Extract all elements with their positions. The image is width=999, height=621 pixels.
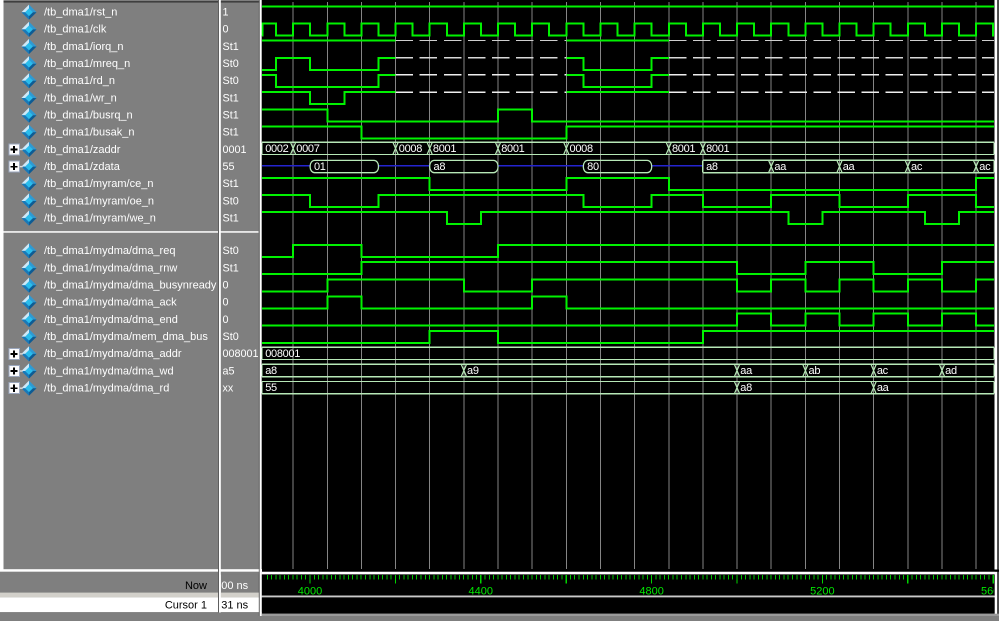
svg-text:0007: 0007 bbox=[296, 143, 319, 155]
svg-text:01: 01 bbox=[314, 161, 326, 173]
svg-text:aa: aa bbox=[843, 161, 856, 173]
svg-text:ab: ab bbox=[809, 365, 821, 377]
svg-text:0: 0 bbox=[223, 24, 229, 36]
svg-text:5200: 5200 bbox=[810, 585, 834, 597]
svg-text:a8: a8 bbox=[434, 161, 446, 173]
svg-text:St1: St1 bbox=[223, 110, 239, 122]
svg-text:0002: 0002 bbox=[265, 143, 288, 155]
svg-text:/tb_dma1/mreq_n: /tb_dma1/mreq_n bbox=[44, 58, 130, 70]
svg-text:ad: ad bbox=[945, 365, 957, 377]
svg-text:/tb_dma1/mydma/mem_dma_bus: /tb_dma1/mydma/mem_dma_bus bbox=[44, 331, 208, 343]
svg-text:St0: St0 bbox=[223, 195, 239, 207]
svg-text:St1: St1 bbox=[223, 178, 239, 190]
svg-text:55: 55 bbox=[265, 382, 277, 394]
svg-text:8001: 8001 bbox=[501, 143, 524, 155]
svg-text:a8: a8 bbox=[265, 365, 277, 377]
svg-text:aa: aa bbox=[774, 161, 787, 173]
svg-text:/tb_dma1/mydma/dma_end: /tb_dma1/mydma/dma_end bbox=[44, 314, 178, 326]
svg-text:aa: aa bbox=[877, 382, 890, 394]
svg-text:/tb_dma1/myram/oe_n: /tb_dma1/myram/oe_n bbox=[44, 195, 154, 207]
svg-text:/tb_dma1/busak_n: /tb_dma1/busak_n bbox=[44, 127, 135, 139]
svg-text:8001: 8001 bbox=[706, 143, 729, 155]
svg-text:0008: 0008 bbox=[570, 143, 593, 155]
svg-text:/tb_dma1/mydma/dma_wd: /tb_dma1/mydma/dma_wd bbox=[44, 365, 174, 377]
svg-text:St0: St0 bbox=[223, 245, 239, 257]
svg-text:008001: 008001 bbox=[223, 348, 259, 360]
svg-text:/tb_dma1/mydma/dma_busynready: /tb_dma1/mydma/dma_busynready bbox=[44, 280, 217, 292]
svg-text:/tb_dma1/busrq_n: /tb_dma1/busrq_n bbox=[44, 110, 133, 122]
svg-text:/tb_dma1/myram/ce_n: /tb_dma1/myram/ce_n bbox=[44, 178, 153, 190]
svg-text:4400: 4400 bbox=[469, 585, 493, 597]
svg-text:/tb_dma1/rd_n: /tb_dma1/rd_n bbox=[44, 75, 115, 87]
svg-text:St1: St1 bbox=[223, 41, 239, 53]
svg-text:/tb_dma1/rst_n: /tb_dma1/rst_n bbox=[44, 7, 117, 19]
svg-text:a8: a8 bbox=[740, 382, 752, 394]
svg-text:/tb_dma1/wr_n: /tb_dma1/wr_n bbox=[44, 92, 117, 104]
svg-text:4800: 4800 bbox=[639, 585, 663, 597]
svg-text:80: 80 bbox=[587, 161, 599, 173]
svg-text:55: 55 bbox=[223, 161, 235, 173]
svg-text:/tb_dma1/iorq_n: /tb_dma1/iorq_n bbox=[44, 41, 124, 53]
svg-text:ac: ac bbox=[911, 161, 923, 173]
svg-text:0008: 0008 bbox=[399, 143, 422, 155]
svg-text:a9: a9 bbox=[467, 365, 479, 377]
svg-text:Cursor 1: Cursor 1 bbox=[165, 599, 207, 611]
svg-text:/tb_dma1/mydma/dma_ack: /tb_dma1/mydma/dma_ack bbox=[44, 297, 177, 309]
svg-text:St0: St0 bbox=[223, 75, 239, 87]
svg-text:008001: 008001 bbox=[265, 348, 300, 360]
svg-text:St1: St1 bbox=[223, 212, 239, 224]
svg-text:/tb_dma1/zdata: /tb_dma1/zdata bbox=[44, 161, 121, 173]
svg-text:/tb_dma1/clk: /tb_dma1/clk bbox=[44, 24, 107, 36]
svg-text:ac: ac bbox=[877, 365, 889, 377]
svg-text:St1: St1 bbox=[223, 127, 239, 139]
svg-text:0: 0 bbox=[223, 314, 229, 326]
svg-text:/tb_dma1/mydma/dma_addr: /tb_dma1/mydma/dma_addr bbox=[44, 348, 182, 360]
svg-text:0: 0 bbox=[223, 297, 229, 309]
svg-text:0001: 0001 bbox=[223, 144, 247, 156]
svg-text:/tb_dma1/zaddr: /tb_dma1/zaddr bbox=[44, 144, 121, 156]
svg-text:xx: xx bbox=[223, 383, 234, 395]
svg-text:Now: Now bbox=[185, 580, 207, 592]
svg-text:8001: 8001 bbox=[672, 143, 695, 155]
svg-text:St1: St1 bbox=[223, 92, 239, 104]
svg-text:St0: St0 bbox=[223, 331, 239, 343]
svg-text:St1: St1 bbox=[223, 262, 239, 274]
svg-text:0: 0 bbox=[223, 280, 229, 292]
svg-text:1: 1 bbox=[223, 7, 229, 19]
svg-text:St0: St0 bbox=[223, 58, 239, 70]
svg-text:a5: a5 bbox=[223, 365, 235, 377]
svg-text:/tb_dma1/myram/we_n: /tb_dma1/myram/we_n bbox=[44, 212, 156, 224]
svg-text:/tb_dma1/mydma/dma_rd: /tb_dma1/mydma/dma_rd bbox=[44, 383, 169, 395]
svg-text:8001: 8001 bbox=[433, 143, 456, 155]
svg-text:/tb_dma1/mydma/dma_rnw: /tb_dma1/mydma/dma_rnw bbox=[44, 262, 177, 274]
svg-text:ac: ac bbox=[979, 161, 991, 173]
svg-text:a8: a8 bbox=[706, 161, 718, 173]
svg-text:4000: 4000 bbox=[298, 585, 322, 597]
svg-text:aa: aa bbox=[740, 365, 753, 377]
svg-text:/tb_dma1/mydma/dma_req: /tb_dma1/mydma/dma_req bbox=[44, 245, 175, 257]
